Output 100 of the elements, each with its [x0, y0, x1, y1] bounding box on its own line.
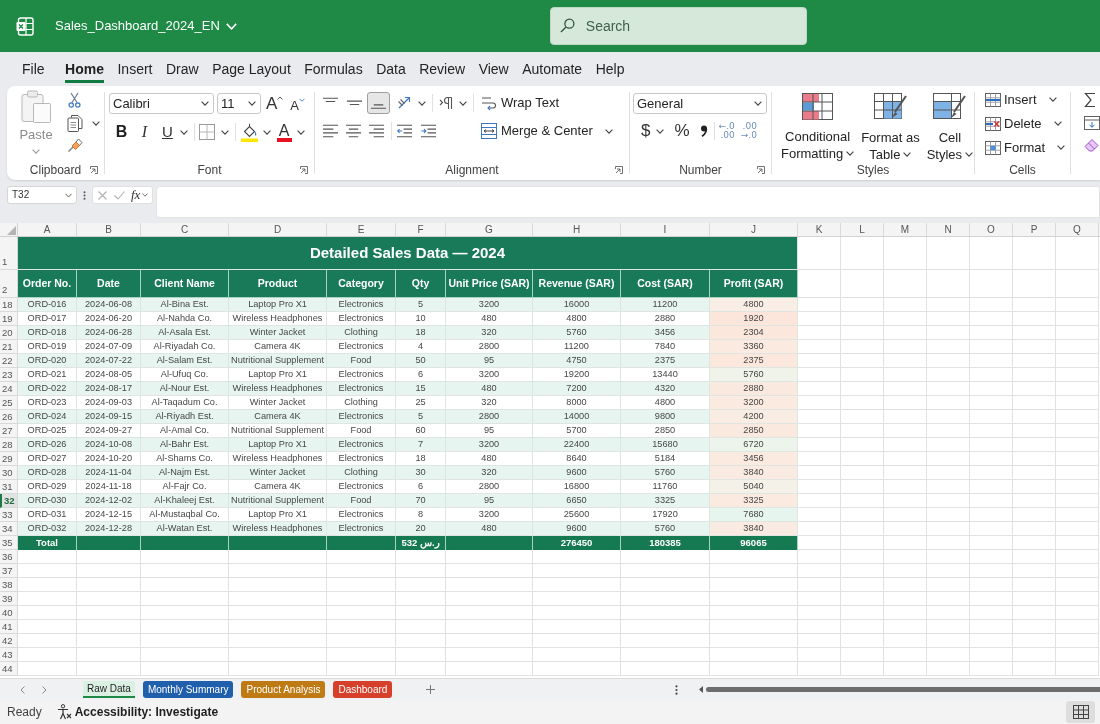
decrease-decimal-button[interactable]: .00 →.0 [740, 122, 757, 140]
caret-icon[interactable] [296, 129, 305, 135]
row-number[interactable]: 31 [0, 480, 18, 494]
menu-tab[interactable]: Data [376, 55, 406, 83]
chevron-right-icon[interactable] [42, 685, 47, 694]
column-letter[interactable]: G [446, 223, 533, 236]
menu-tab[interactable]: File [22, 55, 45, 83]
row-number[interactable]: 25 [0, 396, 18, 410]
paragraph-icon[interactable] [439, 96, 453, 110]
caret-icon[interactable] [1053, 121, 1062, 126]
sheet-tab[interactable]: Raw Data [83, 681, 135, 698]
row-number[interactable]: 32 [0, 494, 18, 508]
column-letter[interactable]: D [229, 223, 327, 236]
normal-view-button[interactable] [1066, 701, 1095, 723]
caret-icon[interactable] [846, 151, 855, 156]
column-letter[interactable]: K [798, 223, 841, 236]
row-number[interactable]: 27 [0, 424, 18, 438]
caret-icon[interactable] [201, 101, 209, 106]
menu-tab[interactable]: Page Layout [212, 55, 291, 83]
row-number[interactable]: 23 [0, 368, 18, 382]
caret-icon[interactable] [220, 129, 229, 135]
conditional-formatting-icon[interactable] [802, 93, 834, 120]
insert-cells-icon[interactable] [985, 92, 1001, 107]
column-letter[interactable]: H [533, 223, 621, 236]
row-number[interactable]: 38 [0, 578, 18, 592]
caret-icon[interactable] [965, 152, 974, 157]
row-number[interactable]: 2 [0, 270, 18, 298]
column-letter[interactable]: I [621, 223, 710, 236]
wrap-text-button[interactable]: Wrap Text [481, 95, 560, 111]
column-letter[interactable]: N [927, 223, 970, 236]
column-letter[interactable]: B [77, 223, 141, 236]
check-icon[interactable] [114, 190, 125, 200]
column-letter[interactable]: C [141, 223, 229, 236]
row-number[interactable]: 22 [0, 354, 18, 368]
sheet-tab[interactable]: Dashboard [333, 681, 393, 698]
insert-cells-button[interactable]: Insert [985, 91, 1070, 108]
caret-icon[interactable] [656, 128, 665, 134]
format-as-table-button[interactable]: Format as Table [861, 93, 920, 160]
caret-icon[interactable] [754, 101, 762, 106]
accessibility-button[interactable]: Accessibility: Investigate [56, 704, 219, 720]
bold-button[interactable]: B [115, 123, 128, 141]
caret-up-icon[interactable] [277, 95, 284, 100]
text-orientation-icon[interactable] [397, 95, 413, 111]
paintbrush-icon[interactable] [67, 138, 83, 153]
caret-icon[interactable] [903, 152, 912, 157]
menu-tab[interactable]: Review [419, 55, 466, 83]
menu-tab[interactable]: Home [65, 55, 104, 83]
column-letter[interactable]: O [970, 223, 1013, 236]
dialog-launcher-icon[interactable] [90, 166, 98, 174]
row-number[interactable]: 33 [0, 508, 18, 522]
scissors-icon[interactable] [68, 92, 81, 108]
copy-icon[interactable] [67, 114, 83, 132]
caret-icon[interactable] [1057, 145, 1066, 150]
delete-cells-icon[interactable] [985, 116, 1001, 131]
caret-icon[interactable] [1048, 97, 1057, 102]
menu-tab[interactable]: Automate [522, 55, 583, 83]
row-number[interactable]: 35 [0, 536, 18, 550]
increase-decimal-button[interactable]: ←.0 .00 [718, 122, 735, 140]
format-cells-icon[interactable] [985, 140, 1001, 155]
caret-icon[interactable] [418, 100, 426, 106]
row-number[interactable]: 39 [0, 592, 18, 606]
percent-button[interactable]: % [674, 122, 690, 140]
cell-styles-icon[interactable] [933, 93, 967, 121]
accessibility-icon[interactable] [56, 704, 72, 720]
menu-tab[interactable]: Formulas [304, 55, 363, 83]
insert-function-button[interactable]: fx [131, 188, 149, 202]
horizontal-scrollbar[interactable] [706, 687, 1100, 692]
caret-icon[interactable] [248, 101, 256, 106]
shrink-font-button[interactable]: A [290, 94, 305, 113]
formula-input[interactable] [156, 186, 1100, 218]
conditional-formatting-button[interactable]: Conditional Formatting [781, 93, 855, 160]
row-number[interactable]: 41 [0, 620, 18, 634]
borders-icon[interactable] [198, 124, 215, 140]
currency-button[interactable]: $ [641, 122, 651, 140]
eraser-icon[interactable] [1084, 138, 1099, 152]
row-number[interactable]: 18 [0, 298, 18, 312]
name-box[interactable]: T32 [7, 186, 77, 204]
row-number[interactable]: 1 [0, 237, 18, 270]
row-number[interactable]: 34 [0, 522, 18, 536]
file-name-button[interactable]: Sales_Dashboard_2024_EN [55, 17, 237, 35]
row-number[interactable]: 24 [0, 382, 18, 396]
grow-font-button[interactable]: A [266, 94, 284, 113]
search-field[interactable]: Search [549, 7, 807, 45]
merge-cells-icon[interactable] [481, 123, 497, 139]
column-letter[interactable]: Q [1056, 223, 1099, 236]
cell-styles-button[interactable]: Cell Styles [926, 93, 974, 160]
row-number[interactable]: 36 [0, 550, 18, 564]
number-format-dropdown[interactable]: General [633, 93, 767, 114]
row-number[interactable]: 43 [0, 648, 18, 662]
wrap-text-icon[interactable] [481, 95, 497, 111]
decrease-indent-icon[interactable] [396, 124, 413, 138]
menu-tab[interactable]: Insert [117, 55, 153, 83]
caret-icon[interactable] [459, 100, 467, 106]
column-letter[interactable]: L [841, 223, 884, 236]
underline-button[interactable]: U [162, 123, 173, 141]
left-triangle-icon[interactable] [699, 686, 703, 693]
row-number[interactable]: 20 [0, 326, 18, 340]
more-options-icon[interactable] [675, 684, 678, 695]
chevron-left-icon[interactable] [20, 685, 25, 694]
column-letter[interactable]: F [396, 223, 446, 236]
